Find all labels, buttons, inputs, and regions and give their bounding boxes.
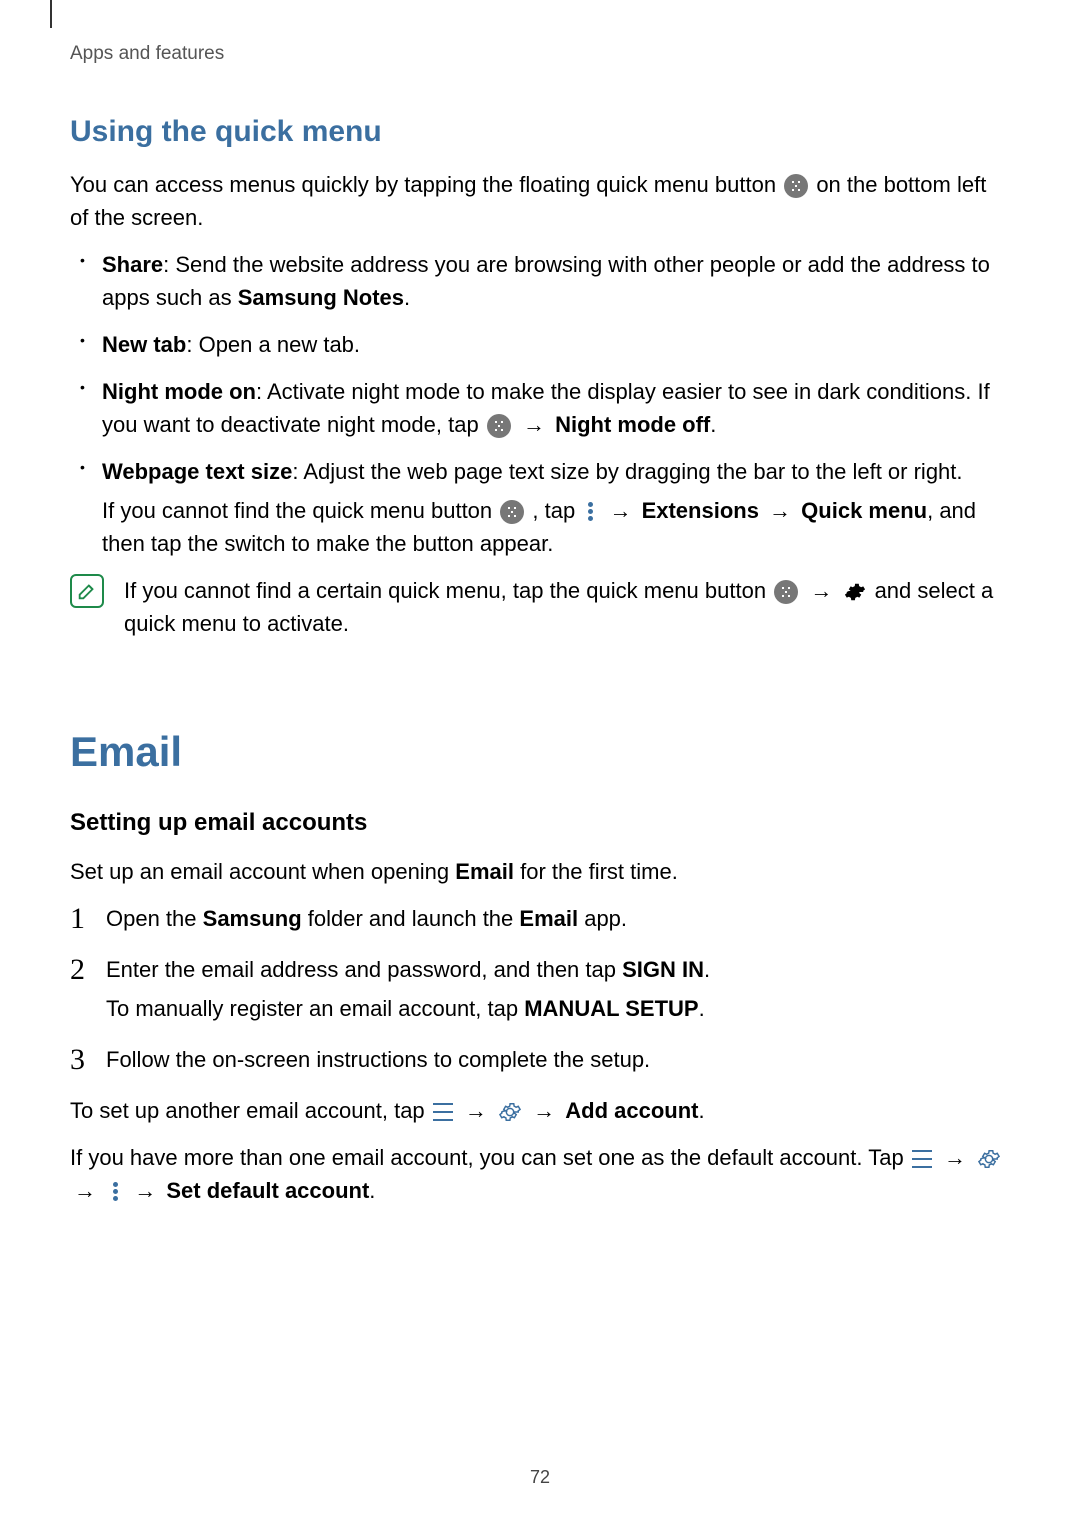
page-tab-mark bbox=[50, 0, 52, 28]
bold: Samsung bbox=[203, 906, 302, 931]
overflow-menu-icon bbox=[583, 501, 597, 523]
page-number: 72 bbox=[0, 1464, 1080, 1491]
label: New tab bbox=[102, 332, 186, 357]
arrow: → bbox=[533, 1098, 561, 1123]
bold: MANUAL SETUP bbox=[524, 996, 698, 1021]
text: . bbox=[699, 996, 705, 1021]
bold: Add account bbox=[565, 1098, 698, 1123]
breadcrumb: Apps and features bbox=[70, 40, 1010, 69]
text: Enter the email address and password, an… bbox=[106, 957, 622, 982]
bold: Extensions bbox=[642, 498, 759, 523]
text: You can access menus quickly by tapping … bbox=[70, 172, 782, 197]
text: : Adjust the web page text size by dragg… bbox=[292, 459, 962, 484]
arrow: → bbox=[74, 1178, 102, 1203]
hamburger-menu-icon bbox=[433, 1103, 453, 1121]
sub-paragraph: If you cannot find the quick menu button… bbox=[102, 494, 1010, 560]
steps-list: 1 Open the Samsung folder and launch the… bbox=[70, 902, 1010, 1076]
list-item-text-size: Webpage text size: Adjust the web page t… bbox=[102, 455, 1010, 560]
step-2: 2 Enter the email address and password, … bbox=[106, 953, 1010, 1025]
quick-menu-button-icon bbox=[487, 414, 511, 438]
arrow: → bbox=[810, 578, 838, 603]
text: folder and launch the bbox=[302, 906, 520, 931]
step-1: 1 Open the Samsung folder and launch the… bbox=[106, 902, 1010, 935]
label: Webpage text size bbox=[102, 459, 292, 484]
step-3: 3 Follow the on-screen instructions to c… bbox=[106, 1043, 1010, 1076]
list-item-newtab: New tab: Open a new tab. bbox=[102, 328, 1010, 361]
text: If you cannot find a certain quick menu,… bbox=[124, 578, 772, 603]
step-number: 1 bbox=[70, 896, 85, 941]
text: . bbox=[369, 1178, 375, 1203]
text: . bbox=[704, 957, 710, 982]
arrow: → bbox=[944, 1145, 972, 1170]
arrow: → bbox=[134, 1178, 162, 1203]
subsection-heading: Setting up email accounts bbox=[70, 805, 1010, 841]
list-item-night-mode: Night mode on: Activate night mode to ma… bbox=[102, 375, 1010, 441]
bold: Night mode off bbox=[555, 412, 710, 437]
quick-menu-button-icon bbox=[774, 580, 798, 604]
text: for the first time. bbox=[514, 859, 678, 884]
text: . bbox=[404, 285, 410, 310]
bold: Email bbox=[519, 906, 578, 931]
add-account-paragraph: To set up another email account, tap → →… bbox=[70, 1094, 1010, 1127]
bold: Quick menu bbox=[801, 498, 927, 523]
text: : Open a new tab. bbox=[186, 332, 360, 357]
note-pencil-icon bbox=[70, 574, 104, 608]
step-number: 3 bbox=[70, 1037, 85, 1082]
section-heading-email: Email bbox=[70, 720, 1010, 783]
bold: SIGN IN bbox=[622, 957, 704, 982]
arrow: → bbox=[465, 1098, 493, 1123]
document-page: Apps and features Using the quick menu Y… bbox=[0, 0, 1080, 1207]
email-intro: Set up an email account when opening Ema… bbox=[70, 855, 1010, 888]
label: Night mode on bbox=[102, 379, 256, 404]
text: If you cannot find the quick menu button bbox=[102, 498, 498, 523]
quick-menu-intro: You can access menus quickly by tapping … bbox=[70, 168, 1010, 234]
quick-menu-button-icon bbox=[784, 174, 808, 198]
bold: Email bbox=[455, 859, 514, 884]
label: Share bbox=[102, 252, 163, 277]
overflow-menu-icon bbox=[108, 1181, 122, 1203]
text: app. bbox=[578, 906, 627, 931]
arrow: → bbox=[523, 412, 551, 437]
step-number: 2 bbox=[70, 947, 85, 992]
text: . bbox=[699, 1098, 705, 1123]
gear-outline-icon bbox=[499, 1101, 521, 1123]
note-text: If you cannot find a certain quick menu,… bbox=[124, 574, 1010, 640]
bold: Samsung Notes bbox=[238, 285, 404, 310]
hamburger-menu-icon bbox=[912, 1150, 932, 1168]
text: : Send the website address you are brows… bbox=[102, 252, 990, 310]
arrow: → bbox=[609, 498, 637, 523]
default-account-paragraph: If you have more than one email account,… bbox=[70, 1141, 1010, 1207]
note-block: If you cannot find a certain quick menu,… bbox=[70, 574, 1010, 640]
list-item-share: Share: Send the website address you are … bbox=[102, 248, 1010, 314]
text: To set up another email account, tap bbox=[70, 1098, 431, 1123]
text: To manually register an email account, t… bbox=[106, 996, 524, 1021]
text: , tap bbox=[532, 498, 581, 523]
text: Open the bbox=[106, 906, 203, 931]
text: . bbox=[710, 412, 716, 437]
section-heading-quick-menu: Using the quick menu bbox=[70, 109, 1010, 154]
text: If you have more than one email account,… bbox=[70, 1145, 910, 1170]
text: Set up an email account when opening bbox=[70, 859, 455, 884]
arrow: → bbox=[763, 498, 797, 523]
text: Follow the on-screen instructions to com… bbox=[106, 1047, 650, 1072]
gear-outline-icon bbox=[978, 1148, 1000, 1170]
bold: Set default account bbox=[166, 1178, 369, 1203]
quick-menu-button-icon bbox=[500, 500, 524, 524]
gear-icon bbox=[844, 581, 866, 603]
quick-menu-list: Share: Send the website address you are … bbox=[70, 248, 1010, 560]
sub-paragraph: To manually register an email account, t… bbox=[106, 992, 1010, 1025]
